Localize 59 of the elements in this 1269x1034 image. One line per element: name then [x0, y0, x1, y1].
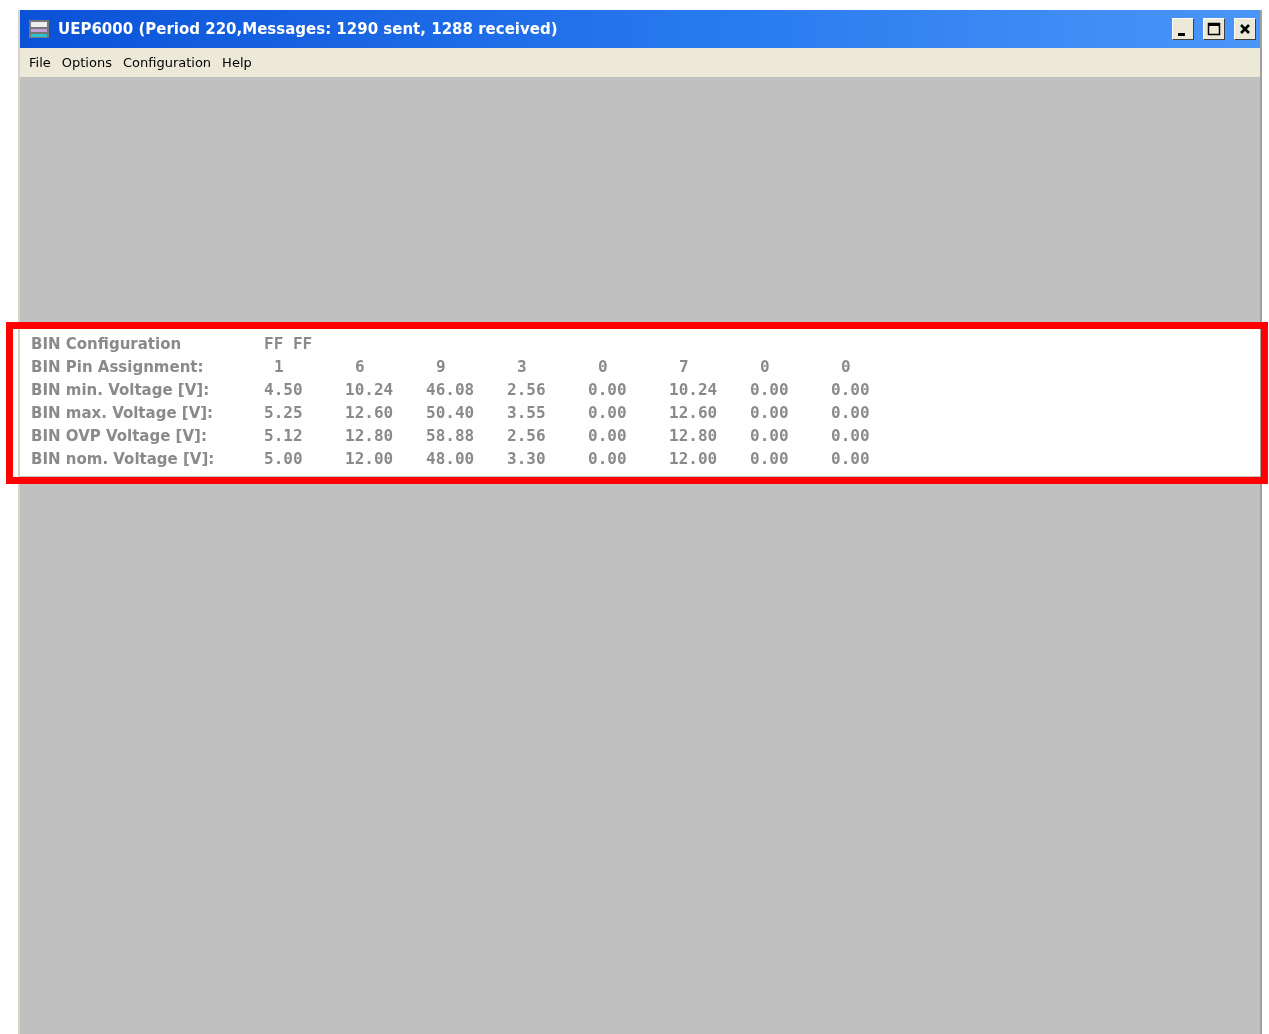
- menu-item[interactable]: File: [26, 55, 59, 70]
- value-cell-text: 0.00: [831, 426, 871, 445]
- minimize-icon: [1178, 32, 1185, 36]
- value-cell-text: 0.00: [831, 380, 871, 399]
- menu-item[interactable]: Help: [219, 55, 260, 70]
- maximize-button[interactable]: [1203, 18, 1225, 40]
- value-cell-text: 12.00: [345, 449, 395, 468]
- row-label: BIN max. Voltage [V]:: [31, 403, 215, 422]
- value-cell-text: FF FF: [264, 334, 314, 353]
- value-cell-text: 0.00: [750, 426, 790, 445]
- maximize-icon: [1207, 22, 1221, 36]
- value-cell-text: 0.00: [831, 403, 871, 422]
- value-cell-text: 0.00: [588, 426, 628, 445]
- value-cell-text: 9: [435, 357, 447, 376]
- value-cell-text: 6: [354, 357, 366, 376]
- value-cell-text: 0.00: [588, 449, 628, 468]
- value-cell-text: 50.40: [426, 403, 476, 422]
- row-label: BIN Configuration: [31, 334, 183, 353]
- row-label: BIN min. Voltage [V]:: [31, 380, 211, 399]
- value-cell-text: 0.00: [588, 403, 628, 422]
- row-label: BIN nom. Voltage [V]:: [31, 449, 216, 468]
- window-title: UEP6000 (Period 220,Messages: 1290 sent, 1288 received): [58, 20, 559, 38]
- value-cell-text: 5.12: [264, 426, 304, 445]
- value-cell-text: 7: [678, 357, 690, 376]
- value-cell-text: 0: [840, 357, 852, 376]
- value-cell-text: 12.80: [669, 426, 719, 445]
- value-cell-text: 3.55: [507, 403, 547, 422]
- value-cell-text: 3: [516, 357, 528, 376]
- close-button[interactable]: [1234, 18, 1256, 40]
- value-cell-text: 0.00: [750, 403, 790, 422]
- value-cell-text: 1: [273, 357, 285, 376]
- value-cell-text: 12.80: [345, 426, 395, 445]
- value-cell-text: 0.00: [831, 449, 871, 468]
- value-cell-text: 0.00: [750, 449, 790, 468]
- close-icon: [1238, 22, 1252, 36]
- value-cell-text: 46.08: [426, 380, 476, 399]
- value-cell-text: 12.00: [669, 449, 719, 468]
- value-cell-text: 12.60: [345, 403, 395, 422]
- menu-item[interactable]: Options: [58, 55, 120, 70]
- value-cell-text: 3.30: [507, 449, 547, 468]
- value-cell-text: 58.88: [426, 426, 476, 445]
- value-cell-text: 12.60: [669, 403, 719, 422]
- value-cell-text: 10.24: [669, 380, 719, 399]
- menu-item[interactable]: Configuration: [119, 55, 220, 70]
- value-cell-text: 2.56: [507, 426, 547, 445]
- app-icon: [28, 19, 50, 39]
- value-cell-text: 0.00: [750, 380, 790, 399]
- value-cell-text: 2.56: [507, 380, 547, 399]
- value-cell-text: 0: [597, 357, 609, 376]
- value-cell-text: 0: [759, 357, 771, 376]
- row-label: BIN Pin Assignment:: [31, 357, 205, 376]
- value-cell-text: 5.25: [264, 403, 304, 422]
- value-cell-text: 10.24: [345, 380, 395, 399]
- minimize-button[interactable]: [1172, 18, 1194, 40]
- value-cell-text: 5.00: [264, 449, 304, 468]
- value-cell-text: 0.00: [588, 380, 628, 399]
- value-cell-text: 4.50: [264, 380, 304, 399]
- value-cell-text: 48.00: [426, 449, 476, 468]
- row-label: BIN OVP Voltage [V]:: [31, 426, 208, 445]
